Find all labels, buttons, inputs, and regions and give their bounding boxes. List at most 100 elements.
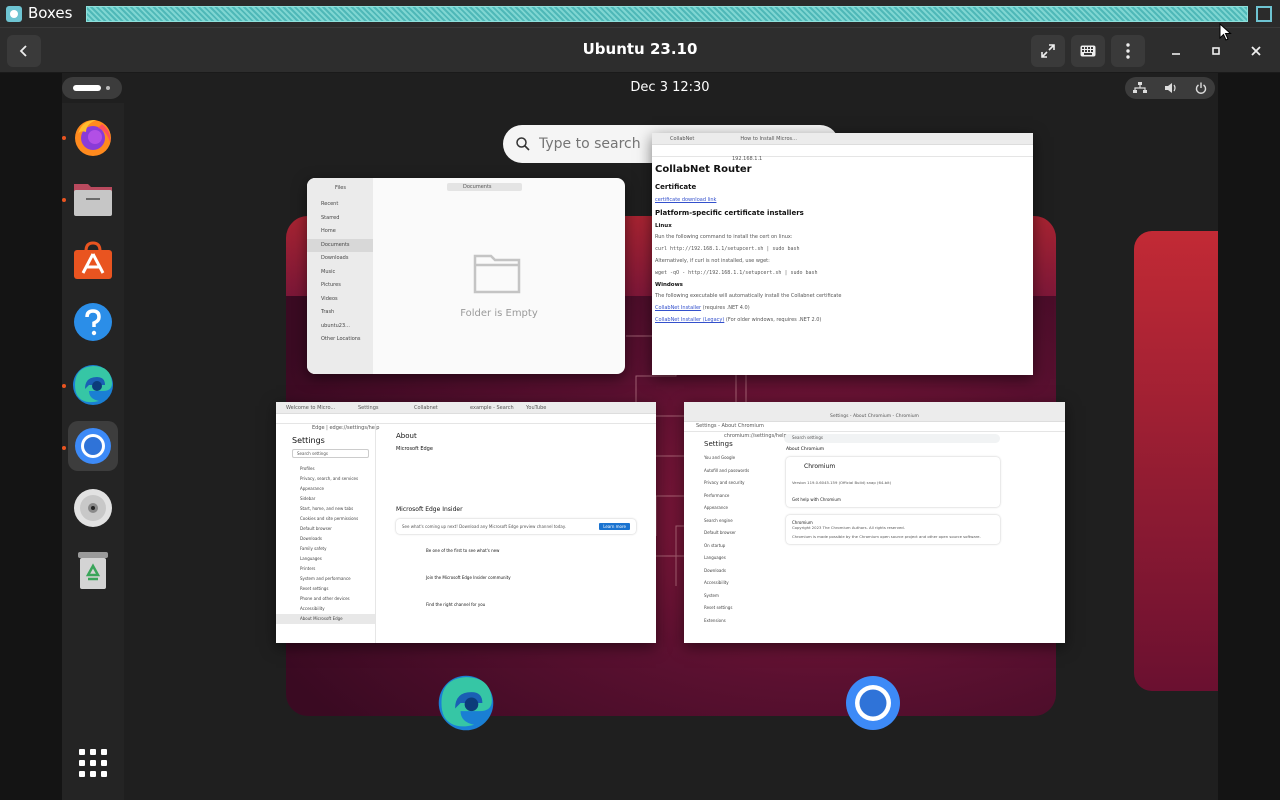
legacy-installer-note: (For older windows, requires .NET 2.0) — [725, 317, 822, 323]
edge-tab[interactable]: Settings — [358, 405, 410, 411]
dock-item-firefox[interactable] — [68, 112, 118, 162]
menu-button[interactable] — [1111, 35, 1145, 67]
firefox-url[interactable]: 192.168.1.1 — [732, 156, 762, 162]
files-sidebar-item[interactable]: Downloads — [307, 252, 373, 266]
workspace-next[interactable] — [1134, 231, 1218, 691]
files-sidebar-item[interactable]: Starred — [307, 212, 373, 226]
edge-tab[interactable]: example - Search — [470, 405, 522, 411]
files-sidebar-item[interactable]: Videos — [307, 293, 373, 307]
edge-sidebar-item[interactable]: System and performance — [276, 574, 375, 584]
chromium-window-app-icon — [846, 676, 900, 730]
firefox-tab[interactable]: CollabNet — [670, 136, 694, 142]
files-sidebar-item-selected[interactable]: Documents — [307, 238, 373, 252]
fullscreen-button[interactable] — [1031, 35, 1065, 67]
window-files[interactable]: Files Recent Starred Home Documents Down… — [307, 178, 625, 374]
installer-link[interactable]: CollabNet Installer — [655, 305, 701, 311]
edge-insider-item: Join the Microsoft Edge Insider communit… — [426, 575, 511, 580]
edge-sidebar-item[interactable]: Sidebar — [276, 494, 375, 504]
chromium-sidebar-item[interactable]: Accessibility — [684, 577, 764, 590]
chromium-sidebar-item[interactable]: Privacy and security — [684, 477, 764, 490]
empty-folder-icon — [473, 254, 521, 294]
edge-settings-search[interactable]: Search settings — [292, 449, 369, 458]
files-title: Files — [335, 185, 346, 191]
window-microsoft-edge[interactable]: Welcome to Micro... Settings Collabnet e… — [276, 402, 656, 643]
edge-sidebar-item[interactable]: Cookies and site permissions — [276, 514, 375, 524]
minimize-button[interactable] — [1160, 35, 1192, 67]
dock-item-trash[interactable] — [68, 545, 118, 595]
edge-insider-title: Microsoft Edge Insider — [396, 506, 463, 513]
files-sidebar-item[interactable]: ubuntu23... — [307, 320, 373, 334]
chromium-sidebar-item[interactable]: You and Google — [684, 452, 764, 465]
installer-note: (requires .NET 4.0) — [702, 305, 750, 311]
files-sidebar-item[interactable]: Other Locations — [307, 333, 373, 347]
files-sidebar-item[interactable]: Trash — [307, 306, 373, 320]
chromium-sidebar-item[interactable]: Search engine — [684, 515, 764, 528]
edge-sidebar-item[interactable]: Start, home, and new tabs — [276, 504, 375, 514]
workspace-indicator-dot — [106, 86, 110, 90]
show-apps-button[interactable] — [68, 738, 118, 788]
legacy-installer-link[interactable]: CollabNet Installer (Legacy) — [655, 317, 724, 323]
dock-item-disc[interactable] — [68, 483, 118, 533]
keyboard-button[interactable] — [1071, 35, 1105, 67]
files-path-bar[interactable]: Documents — [447, 183, 522, 191]
files-sidebar-item[interactable]: Pictures — [307, 279, 373, 293]
chromium-copyright: Copyright 2023 The Chromium Authors. All… — [792, 525, 905, 530]
folder-icon — [74, 184, 112, 216]
edge-sidebar-item[interactable]: Default browser — [276, 524, 375, 534]
chromium-settings-search[interactable]: Search settings — [784, 434, 1000, 443]
firefox-icon — [75, 120, 111, 156]
dock — [62, 103, 124, 800]
files-sidebar-item[interactable]: Recent — [307, 198, 373, 212]
activities-indicator[interactable] — [62, 77, 122, 99]
clock[interactable]: Dec 3 12:30 — [570, 80, 770, 95]
edge-tab[interactable]: Welcome to Micro... — [286, 405, 354, 411]
edge-sidebar-item[interactable]: Downloads — [276, 534, 375, 544]
dock-item-app-center[interactable] — [68, 235, 118, 285]
edge-urlbar[interactable]: Edge | edge://settings/help — [276, 414, 656, 431]
dock-item-chromium[interactable] — [68, 421, 118, 471]
edge-learn-more-button[interactable]: Learn more — [599, 523, 630, 530]
dock-item-microsoft-edge[interactable] — [68, 360, 118, 410]
edge-sidebar-item[interactable]: Printers — [276, 564, 375, 574]
running-indicator — [62, 384, 66, 388]
minimize-icon — [1172, 53, 1180, 55]
chromium-sidebar-item[interactable]: Appearance — [684, 502, 764, 515]
firefox-tab[interactable]: How to Install Micros... — [740, 136, 797, 142]
chromium-settings-sidebar: Settings You and Google Autofill and pas… — [684, 428, 764, 643]
certificate-link[interactable]: certificate download link — [655, 197, 1030, 203]
chromium-sidebar-item[interactable]: Reset settings — [684, 602, 764, 615]
dock-item-help[interactable] — [68, 297, 118, 347]
files-sidebar-item[interactable]: Music — [307, 266, 373, 280]
edge-sidebar-item-selected[interactable]: About Microsoft Edge — [276, 614, 375, 624]
system-status-menu[interactable] — [1125, 77, 1215, 99]
chromium-sidebar-item[interactable]: Downloads — [684, 565, 764, 578]
close-button[interactable] — [1240, 35, 1272, 67]
chromium-sidebar-item[interactable]: Default browser — [684, 527, 764, 540]
chromium-sidebar-item[interactable]: Extensions — [684, 615, 764, 628]
edge-sidebar-item[interactable]: Appearance — [276, 484, 375, 494]
edge-sidebar-item[interactable]: Languages — [276, 554, 375, 564]
linux-command-2: wget -qO - http://192.168.1.1/setupcert.… — [655, 270, 818, 276]
chromium-sidebar-item[interactable]: Autofill and passwords — [684, 465, 764, 478]
edge-sidebar-item[interactable]: Family safety — [276, 544, 375, 554]
dock-item-files[interactable] — [68, 174, 118, 224]
window-chromium[interactable]: Settings - About Chromium - Chromium Set… — [684, 402, 1065, 643]
edge-tab[interactable]: YouTube — [526, 405, 578, 411]
edge-sidebar-item[interactable]: Phone and other devices — [276, 594, 375, 604]
chromium-titlebar: Settings - About Chromium - Chromium — [684, 402, 1065, 419]
chromium-sidebar-item[interactable]: System — [684, 590, 764, 603]
chromium-sidebar-item[interactable]: Performance — [684, 490, 764, 503]
window-firefox[interactable]: CollabNet How to Install Micros... 192.1… — [652, 133, 1033, 375]
edge-sidebar-item[interactable]: Profiles — [276, 464, 375, 474]
chromium-sidebar-item[interactable]: On startup — [684, 540, 764, 553]
files-sidebar-item[interactable]: Home — [307, 225, 373, 239]
edge-sidebar-item[interactable]: Privacy, search, and services — [276, 474, 375, 484]
edge-sidebar-item[interactable]: Reset settings — [276, 584, 375, 594]
running-indicator — [62, 446, 66, 450]
edge-tabbar: Welcome to Micro... Settings Collabnet e… — [276, 402, 656, 414]
chromium-get-help-link[interactable]: Get help with Chromium — [792, 497, 994, 502]
chromium-sidebar-item[interactable]: Languages — [684, 552, 764, 565]
edge-sidebar-item[interactable]: Accessibility — [276, 604, 375, 614]
edge-tab[interactable]: Collabnet — [414, 405, 466, 411]
firefox-urlbar[interactable]: 192.168.1.1 — [652, 145, 1033, 162]
